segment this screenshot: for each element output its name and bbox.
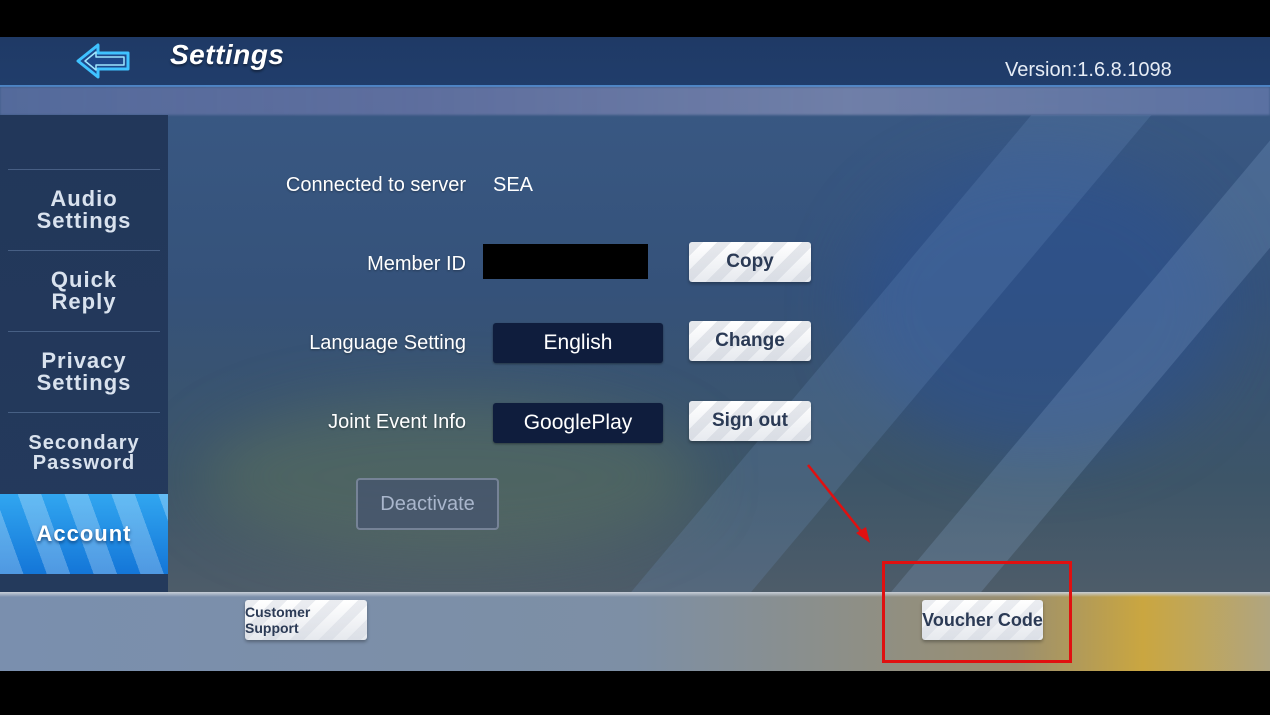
- joint-event-value: GooglePlay: [493, 403, 663, 443]
- sign-out-button[interactable]: Sign out: [689, 401, 811, 441]
- server-label: Connected to server: [285, 174, 466, 196]
- sidebar-item-label: Password: [32, 452, 136, 474]
- customer-support-button[interactable]: Customer Support: [245, 600, 367, 640]
- sidebar-item-label: Secondary: [28, 432, 140, 454]
- back-button[interactable]: [72, 39, 136, 83]
- back-arrow-icon: [76, 43, 130, 79]
- member-id-label: Member ID: [367, 253, 466, 275]
- sidebar-item-label: Account: [36, 521, 132, 546]
- page-title: Settings: [170, 39, 285, 70]
- sidebar-item-label: Reply: [51, 289, 117, 314]
- sidebar-item-secondary-password[interactable]: Secondary Password: [8, 412, 160, 493]
- game-screen: Settings Version:1.6.8.1098 Audio Setting…: [0, 37, 1270, 671]
- header-bar: Settings Version:1.6.8.1098: [0, 37, 1270, 87]
- sidebar-item-privacy-settings[interactable]: Privacy Settings: [8, 331, 160, 412]
- language-value: English: [493, 323, 663, 363]
- joint-event-label: Joint Event Info: [328, 411, 466, 433]
- server-value: SEA: [493, 174, 534, 196]
- sidebar-item-audio-settings[interactable]: Audio Settings: [8, 169, 160, 250]
- copy-button[interactable]: Copy: [689, 242, 811, 282]
- change-language-button[interactable]: Change: [689, 321, 811, 361]
- deactivate-button[interactable]: Deactivate: [356, 478, 499, 530]
- language-label: Language Setting: [309, 332, 466, 354]
- voucher-code-button[interactable]: Voucher Code: [922, 600, 1043, 640]
- settings-sidebar: Audio Settings Quick Reply Privacy Settings…: [0, 115, 168, 592]
- member-id-field: [483, 244, 648, 279]
- version-label: Version:1.6.8.1098: [1005, 59, 1172, 81]
- header-banner: [0, 87, 1270, 115]
- sidebar-item-quick-reply[interactable]: Quick Reply: [8, 250, 160, 331]
- sidebar-item-account[interactable]: Account: [0, 494, 168, 574]
- sidebar-item-label: Settings: [36, 370, 132, 395]
- bottom-bar: [0, 592, 1270, 671]
- sidebar-item-label: Settings: [36, 208, 132, 233]
